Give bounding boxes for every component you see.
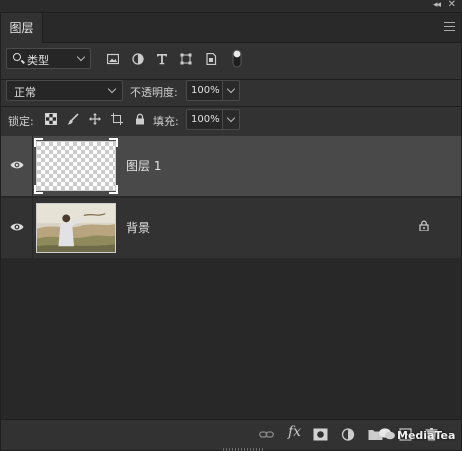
lock-pixels-icon[interactable] <box>67 113 79 125</box>
selection-corner <box>34 138 43 147</box>
visibility-eye-icon[interactable] <box>10 222 24 232</box>
layer-list: 图层 1 背景 <box>1 136 461 419</box>
adjustment-filter-icon[interactable] <box>132 53 144 65</box>
lock-artboard-icon[interactable] <box>111 113 123 125</box>
lock-label: 锁定: <box>8 115 34 128</box>
chevron-down-icon <box>76 52 86 62</box>
watermark-text: MediaTea <box>397 429 456 442</box>
close-icon[interactable]: ✕ <box>448 0 456 10</box>
add-mask-icon[interactable] <box>313 428 328 441</box>
fx-icon[interactable]: fx <box>288 424 301 440</box>
adjustment-layer-icon[interactable] <box>341 428 356 441</box>
fill-label: 填充: <box>153 115 179 128</box>
panel-top-strip: ◂◂ ✕ <box>0 0 462 12</box>
search-icon <box>13 53 21 61</box>
filter-kind-select[interactable]: 类型 <box>6 48 91 69</box>
divider <box>32 198 33 258</box>
visibility-eye-icon[interactable] <box>10 160 24 170</box>
layer-thumbnail-photo[interactable] <box>36 203 116 253</box>
layer-row-background[interactable]: 背景 <box>1 198 461 258</box>
layers-panel: 图层 类型 正常 不透明度: 100% 锁定: 填充: 100% 图层 1 背景… <box>0 12 462 451</box>
blend-mode-value: 正常 <box>14 86 36 99</box>
panel-tab-bar: 图层 <box>1 13 461 43</box>
fill-dropdown[interactable] <box>223 109 240 130</box>
layer-name[interactable]: 图层 1 <box>126 157 161 174</box>
opacity-label: 不透明度: <box>130 86 178 99</box>
image-filter-icon[interactable] <box>107 53 119 65</box>
layer-row-layer-1[interactable]: 图层 1 <box>1 136 461 196</box>
filter-row: 类型 <box>1 44 461 79</box>
panel-footer-toolbar: fx MediaTea <box>1 419 461 451</box>
smart-object-filter-icon[interactable] <box>205 53 217 65</box>
layer-lock-icon[interactable] <box>419 220 429 231</box>
layer-name[interactable]: 背景 <box>126 219 150 236</box>
link-layers-icon[interactable] <box>259 428 274 441</box>
fill-input[interactable]: 100% <box>186 109 223 130</box>
lock-all-icon[interactable] <box>134 113 146 125</box>
selection-corner <box>34 185 43 194</box>
selection-corner <box>109 138 118 147</box>
chevron-down-icon <box>107 84 117 94</box>
blend-mode-select[interactable]: 正常 <box>6 80 123 101</box>
panel-menu-icon[interactable] <box>444 22 455 32</box>
type-filter-icon[interactable] <box>156 53 168 65</box>
divider <box>32 136 33 196</box>
opacity-dropdown[interactable] <box>223 80 240 101</box>
divider <box>1 106 461 107</box>
chevron-down-icon <box>226 84 236 94</box>
collapse-icon[interactable]: ◂◂ <box>433 0 441 10</box>
wechat-logo-icon <box>379 428 395 440</box>
transparency-checkerboard <box>37 142 115 190</box>
filter-kind-value: 类型 <box>27 54 49 67</box>
lock-transparency-icon[interactable] <box>45 113 57 125</box>
layer-thumbnail-transparent[interactable] <box>36 141 116 191</box>
opacity-input[interactable]: 100% <box>186 80 223 101</box>
chevron-down-icon <box>226 113 236 123</box>
lock-position-icon[interactable] <box>89 113 101 125</box>
tab-layers[interactable]: 图层 <box>1 13 43 43</box>
filter-toggle-icon[interactable] <box>232 49 242 68</box>
selection-corner <box>109 185 118 194</box>
shape-filter-icon[interactable] <box>180 53 192 65</box>
